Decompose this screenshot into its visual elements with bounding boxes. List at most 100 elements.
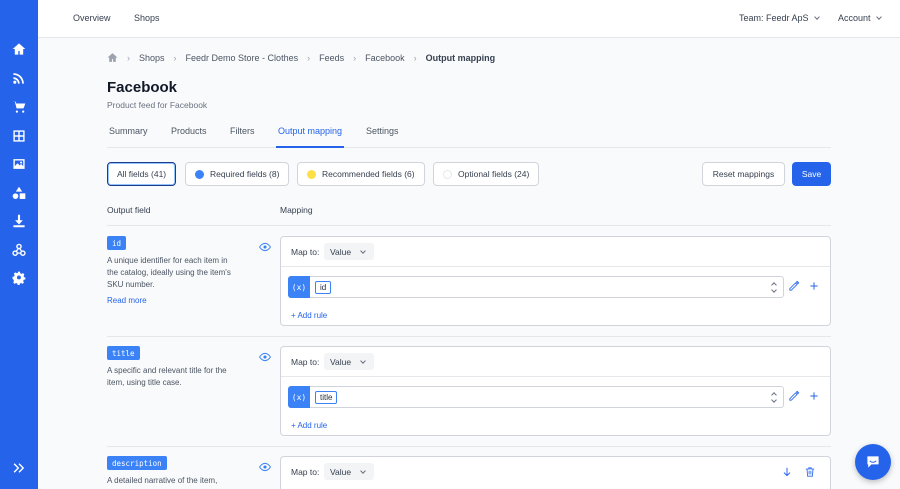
map-type-value: Value: [330, 466, 352, 477]
variable-button[interactable]: (x): [288, 276, 310, 298]
trash-icon[interactable]: [804, 466, 816, 478]
chevron-right-icon: ›: [173, 52, 177, 63]
updown-icon: [771, 392, 777, 403]
add-rule-button[interactable]: + Add rule: [291, 311, 327, 320]
breadcrumb: › Shops › Feedr Demo Store - Clothes › F…: [107, 52, 495, 63]
chevron-down-icon: [813, 14, 820, 20]
updown-icon: [771, 282, 777, 293]
account-label: Account: [838, 13, 871, 23]
rss-icon[interactable]: [11, 70, 27, 86]
read-more-link[interactable]: Read more: [107, 296, 147, 305]
chevron-right-icon: ›: [413, 52, 417, 63]
shapes-icon[interactable]: [11, 185, 27, 201]
tab-filters[interactable]: Filters: [230, 126, 255, 148]
tab-output-mapping[interactable]: Output mapping: [276, 126, 345, 148]
palette-icon[interactable]: [11, 128, 27, 144]
filter-all-fields[interactable]: All fields (41): [107, 162, 177, 186]
filter-recommended-label: Recommended fields (6): [322, 169, 415, 179]
image-icon[interactable]: [11, 156, 27, 172]
desc-line: SKU number.: [107, 280, 155, 289]
cart-icon[interactable]: [11, 99, 27, 115]
map-type-value: Value: [330, 246, 352, 257]
field-description: A detailed narrative of the item,: [107, 475, 257, 487]
expand-icon[interactable]: [11, 460, 27, 476]
mapping-card-description: Map to: Value: [280, 456, 831, 489]
tab-bar: Summary Products Filters Output mapping …: [107, 126, 831, 148]
home-icon[interactable]: [107, 52, 118, 63]
divider: [107, 446, 831, 447]
desc-line: item, using title case.: [107, 378, 182, 387]
breadcrumb-store[interactable]: Feedr Demo Store - Clothes: [186, 53, 299, 63]
map-to-label: Map to:: [291, 247, 320, 257]
breadcrumb-facebook[interactable]: Facebook: [365, 53, 405, 63]
breadcrumb-current: Output mapping: [425, 52, 496, 63]
pencil-icon[interactable]: [788, 280, 800, 292]
map-type-select[interactable]: Value: [324, 353, 374, 370]
pencil-icon[interactable]: [788, 390, 800, 402]
variable-select[interactable]: id: [310, 276, 784, 298]
gear-icon[interactable]: [11, 270, 27, 286]
breadcrumb-shops[interactable]: Shops: [139, 53, 165, 63]
field-tag-description: description: [107, 456, 167, 470]
map-type-select[interactable]: Value: [324, 243, 374, 260]
arrow-down-icon[interactable]: [781, 466, 793, 478]
chevron-right-icon: ›: [307, 52, 311, 63]
map-to-label: Map to:: [291, 357, 320, 367]
eye-icon[interactable]: [259, 241, 271, 253]
recommended-dot-icon: [307, 169, 316, 179]
plus-icon[interactable]: [808, 280, 820, 292]
sidebar: [0, 0, 38, 489]
save-button[interactable]: Save: [792, 162, 831, 186]
reset-mappings-button[interactable]: Reset mappings: [702, 162, 785, 186]
filter-optional-label: Optional fields (24): [458, 169, 530, 179]
team-menu[interactable]: Team: Feedr ApS: [739, 13, 820, 23]
desc-line: A specific and relevant title for the: [107, 366, 227, 375]
filter-all-label: All fields (41): [117, 169, 167, 179]
eye-icon[interactable]: [259, 461, 271, 473]
tab-products[interactable]: Products: [171, 126, 207, 148]
account-menu[interactable]: Account: [838, 13, 882, 23]
desc-line: A detailed narrative of the item,: [107, 476, 218, 485]
field-tag-id: id: [107, 236, 127, 250]
breadcrumb-feeds[interactable]: Feeds: [319, 53, 344, 63]
chevron-right-icon: ›: [127, 52, 130, 63]
chat-icon[interactable]: [855, 444, 891, 480]
filter-required-label: Required fields (8): [210, 169, 280, 179]
variable-button[interactable]: (x): [288, 386, 310, 408]
column-header-output-field: Output field: [107, 205, 151, 215]
variable-select[interactable]: title: [310, 386, 784, 408]
download-icon[interactable]: [11, 213, 27, 229]
filter-required-fields[interactable]: Required fields (8): [185, 162, 290, 186]
eye-icon[interactable]: [259, 351, 271, 363]
nav-overview[interactable]: Overview: [73, 13, 111, 23]
webhook-icon[interactable]: [11, 242, 27, 258]
top-bar: Overview Shops Team: Feedr ApS Account: [38, 0, 900, 38]
optional-dot-icon: [443, 169, 452, 179]
add-rule-button[interactable]: + Add rule: [291, 421, 327, 430]
variable-chip: id: [315, 281, 332, 294]
filter-recommended-fields[interactable]: Recommended fields (6): [297, 162, 425, 186]
chevron-down-icon: [360, 248, 366, 254]
chevron-right-icon: ›: [353, 52, 357, 63]
tab-settings[interactable]: Settings: [366, 126, 399, 148]
chevron-down-icon: [360, 468, 366, 474]
page-title: Facebook: [107, 79, 178, 96]
map-type-select[interactable]: Value: [324, 463, 374, 480]
team-label: Team: Feedr ApS: [739, 13, 809, 23]
required-dot-icon: [195, 169, 204, 179]
column-header-mapping: Mapping: [280, 205, 313, 215]
chevron-down-icon: [875, 14, 882, 20]
map-to-label: Map to:: [291, 467, 320, 477]
nav-shops[interactable]: Shops: [134, 13, 160, 23]
desc-line: A unique identifier for each item in: [107, 256, 228, 265]
map-type-value: Value: [330, 356, 352, 367]
divider: [281, 266, 830, 267]
plus-icon[interactable]: [808, 390, 820, 402]
filter-optional-fields[interactable]: Optional fields (24): [433, 162, 540, 186]
field-description: A unique identifier for each item in the…: [107, 255, 257, 291]
chevron-down-icon: [360, 358, 366, 364]
mapping-card-id: Map to: Value (x) id + Add rule: [280, 236, 831, 326]
home-icon[interactable]: [11, 41, 27, 57]
field-tag-title: title: [107, 346, 140, 360]
tab-summary[interactable]: Summary: [109, 126, 148, 148]
